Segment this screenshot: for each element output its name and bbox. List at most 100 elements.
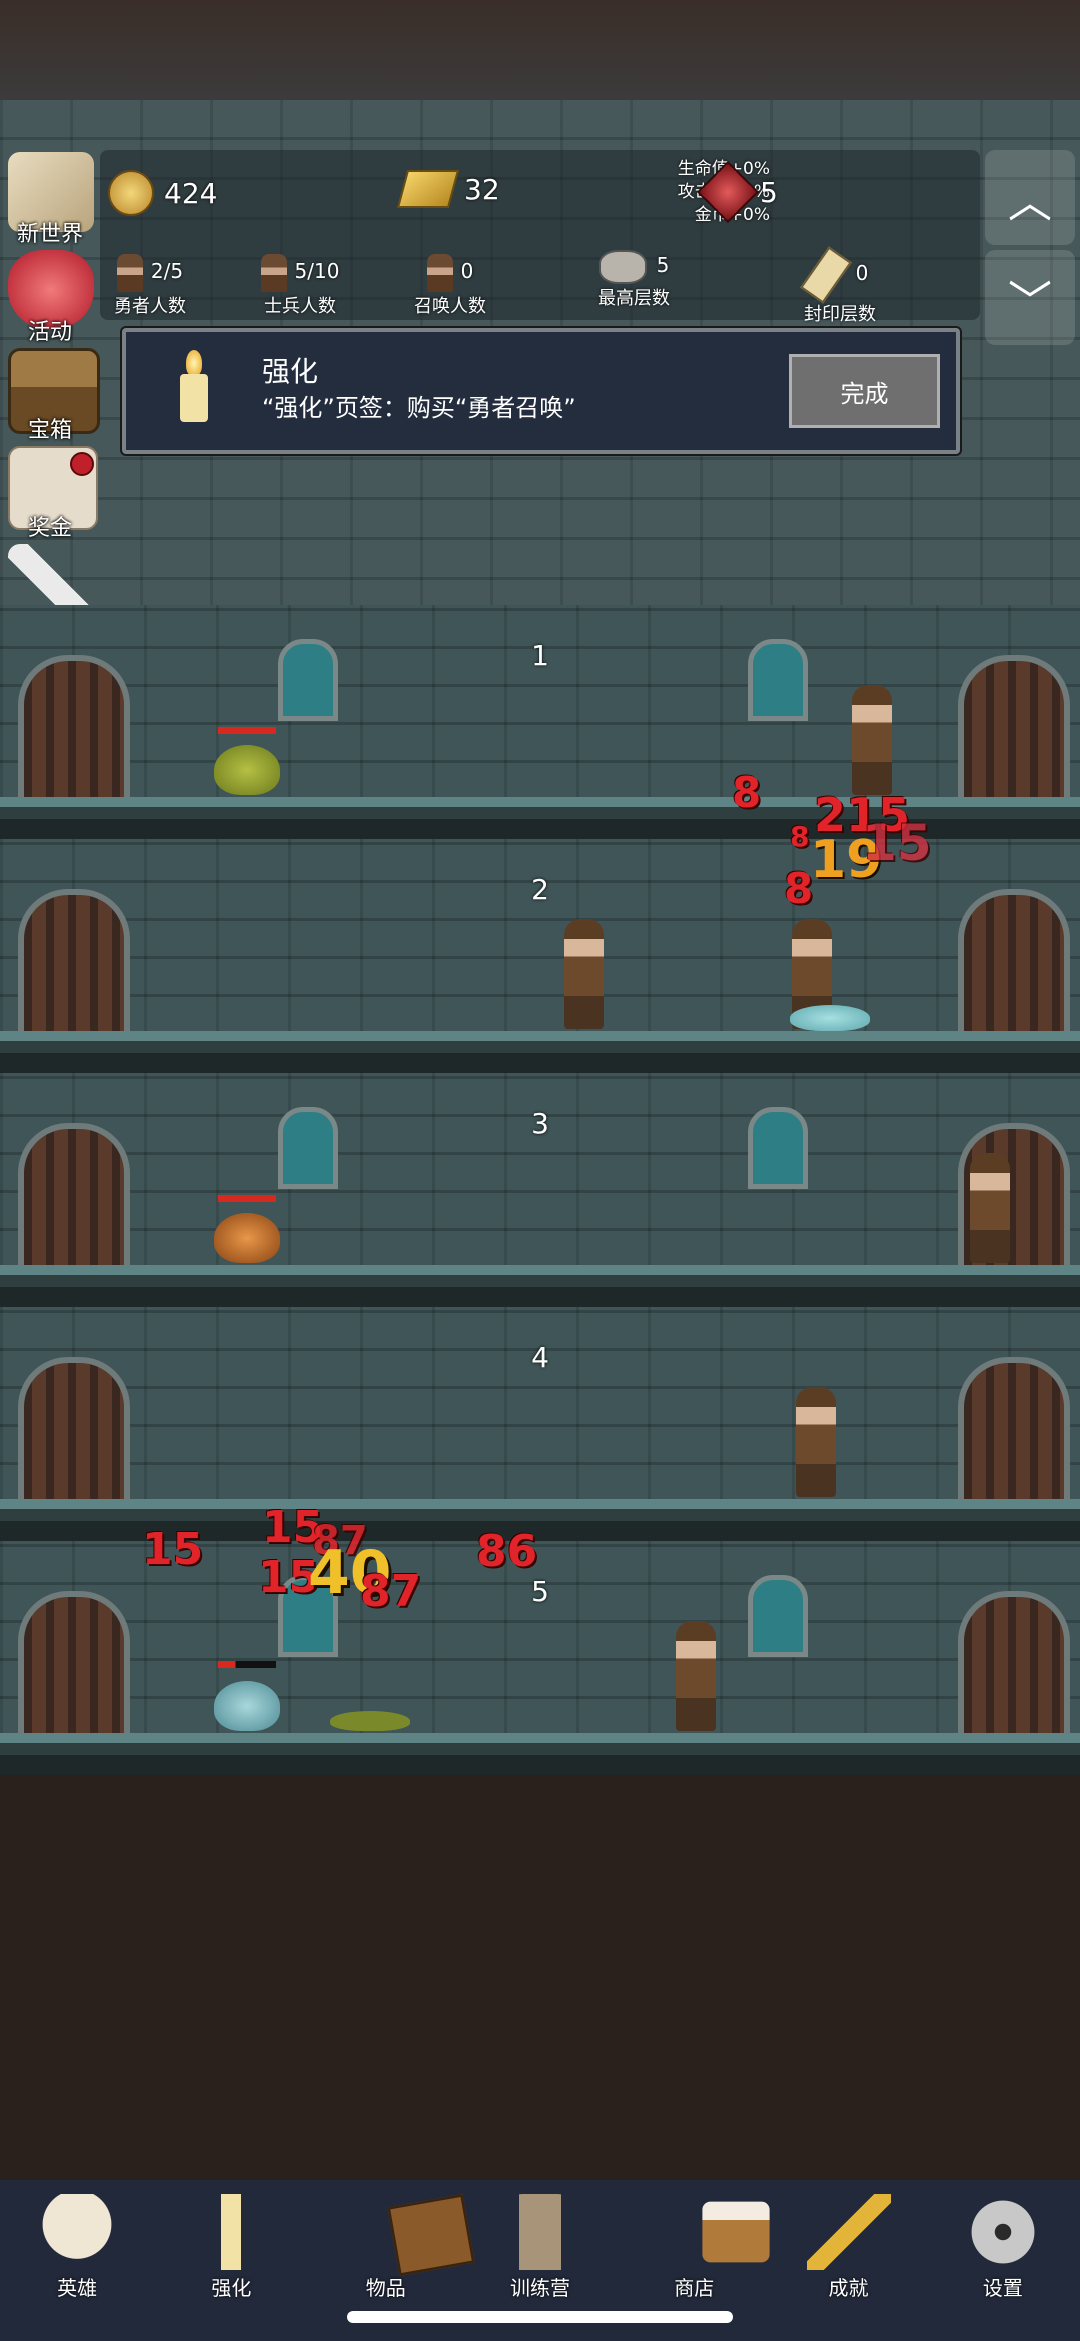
side-menu: 新世界 活动 宝箱 奖金 试炼 xyxy=(0,150,110,640)
window xyxy=(278,1107,338,1189)
stat-soldiers: 5/10 士兵人数 xyxy=(250,254,350,318)
floor-2[interactable]: 2 xyxy=(0,839,1080,1073)
window xyxy=(748,1575,808,1657)
soldier-icon xyxy=(260,254,287,292)
stone-icon xyxy=(598,250,647,284)
window xyxy=(748,639,808,721)
stat-summons: 0 召唤人数 xyxy=(400,254,500,318)
candle-icon xyxy=(189,2194,274,2270)
scroll-icon xyxy=(799,246,852,304)
stat-highest-floor-label: 最高层数 xyxy=(598,288,670,309)
floor-5[interactable]: 5 xyxy=(0,1541,1080,1775)
floor-ledge xyxy=(0,1031,1080,1073)
stat-sealed-floor-value: 0 xyxy=(855,261,869,285)
floor-4[interactable]: 4 xyxy=(0,1307,1080,1541)
floor-number: 4 xyxy=(531,1341,549,1374)
enemy-hp-bar xyxy=(218,1661,276,1668)
quest-banner: 强化 “强化”页签：购买“勇者召唤” 完成 xyxy=(122,328,960,454)
floor-1[interactable]: 1 xyxy=(0,605,1080,839)
side-item-label: 宝箱 xyxy=(27,418,72,443)
defeated-slime xyxy=(790,1005,870,1031)
hero-character[interactable] xyxy=(852,685,892,795)
key-icon xyxy=(806,2194,891,2270)
side-item-new-world[interactable]: 新世界 xyxy=(0,150,110,248)
enemy-hp-bar xyxy=(218,727,276,734)
damage-number: 8 xyxy=(732,768,762,817)
stat-summons-label: 召唤人数 xyxy=(414,296,486,317)
floor-number: 1 xyxy=(531,639,549,672)
stat-summons-value: 0 xyxy=(460,259,474,283)
nav-label: 成就 xyxy=(828,2276,869,2300)
floor-number: 2 xyxy=(531,873,549,906)
door-left xyxy=(18,1591,130,1743)
door-right xyxy=(958,655,1070,807)
nav-label: 英雄 xyxy=(57,2276,98,2300)
quest-title: 强化 xyxy=(262,355,319,388)
summon-icon xyxy=(426,254,453,292)
gear-icon xyxy=(960,2194,1045,2270)
gem-counter: 5 xyxy=(696,160,778,224)
skull-icon xyxy=(35,2194,120,2270)
nav-achievements[interactable]: 成就 xyxy=(771,2180,925,2300)
door-left xyxy=(18,1123,130,1275)
damage-number: 8 xyxy=(790,820,810,853)
nav-label: 强化 xyxy=(211,2276,252,2300)
nav-heroes[interactable]: 英雄 xyxy=(0,2180,154,2300)
notification-badge xyxy=(70,452,94,476)
complete-button[interactable]: 完成 xyxy=(789,354,940,428)
stat-heroes-value: 2/5 xyxy=(150,259,184,283)
nav-training-camp[interactable]: 训练营 xyxy=(463,2180,617,2300)
damage-number: 86 xyxy=(476,1526,538,1577)
nav-shop[interactable]: 商店 xyxy=(617,2180,771,2300)
floor-3[interactable]: 3 xyxy=(0,1073,1080,1307)
damage-number: 8 xyxy=(784,864,814,913)
candle-icon xyxy=(174,350,214,426)
stat-sealed-floor: 0 封印层数 xyxy=(780,246,900,326)
nav-label: 训练营 xyxy=(509,2276,570,2300)
defeated-slime xyxy=(330,1711,410,1731)
hero-character[interactable] xyxy=(564,919,604,1029)
gold-bar-icon xyxy=(396,170,460,208)
scroll-down-button[interactable]: ﹀ xyxy=(985,250,1075,345)
home-indicator[interactable] xyxy=(347,2311,733,2323)
stat-soldiers-label: 士兵人数 xyxy=(264,296,336,317)
window xyxy=(278,639,338,721)
lantern-icon xyxy=(497,2194,582,2270)
nav-upgrade[interactable]: 强化 xyxy=(154,2180,308,2300)
scroll-up-button[interactable]: ︿ xyxy=(985,150,1075,245)
nav-settings[interactable]: 设置 xyxy=(926,2180,1080,2300)
hero-character[interactable] xyxy=(796,1387,836,1497)
coin-value: 424 xyxy=(164,176,218,210)
nav-label: 物品 xyxy=(365,2276,406,2300)
floor-number: 3 xyxy=(531,1107,549,1140)
resource-panel: 424 32 生命值+0% 攻击力+0% 金币+0% 5 2/5 勇者人数 5/… xyxy=(100,150,980,325)
door-right xyxy=(958,1591,1070,1743)
hero-character[interactable] xyxy=(970,1153,1010,1263)
coin-icon xyxy=(108,170,154,216)
nav-label: 商店 xyxy=(674,2276,715,2300)
stat-heroes: 2/5 勇者人数 xyxy=(100,254,200,318)
stat-heroes-label: 勇者人数 xyxy=(114,296,186,317)
door-left xyxy=(18,1357,130,1509)
blue-slime[interactable] xyxy=(214,1681,280,1731)
side-item-events[interactable]: 活动 xyxy=(0,248,110,346)
stat-highest-floor-value: 5 xyxy=(656,253,670,277)
window xyxy=(748,1107,808,1189)
hero-icon xyxy=(116,254,143,292)
book-icon xyxy=(386,2194,475,2276)
floor-number: 5 xyxy=(531,1575,549,1608)
side-item-label: 新世界 xyxy=(16,222,83,247)
gold-bar-counter: 32 xyxy=(396,170,500,208)
door-right xyxy=(958,1357,1070,1509)
damage-number: 15 xyxy=(142,1524,204,1575)
stat-highest-floor: 5 最高层数 xyxy=(574,250,694,310)
nav-items[interactable]: 物品 xyxy=(309,2180,475,2300)
green-slime[interactable] xyxy=(214,745,280,795)
gem-value: 5 xyxy=(760,175,778,209)
side-item-bonus[interactable]: 奖金 xyxy=(0,444,110,542)
orange-slime[interactable] xyxy=(214,1213,280,1263)
side-item-label: 活动 xyxy=(27,320,72,345)
beer-mug-icon xyxy=(702,2201,770,2263)
side-item-chest[interactable]: 宝箱 xyxy=(0,346,110,444)
hero-character[interactable] xyxy=(676,1621,716,1731)
